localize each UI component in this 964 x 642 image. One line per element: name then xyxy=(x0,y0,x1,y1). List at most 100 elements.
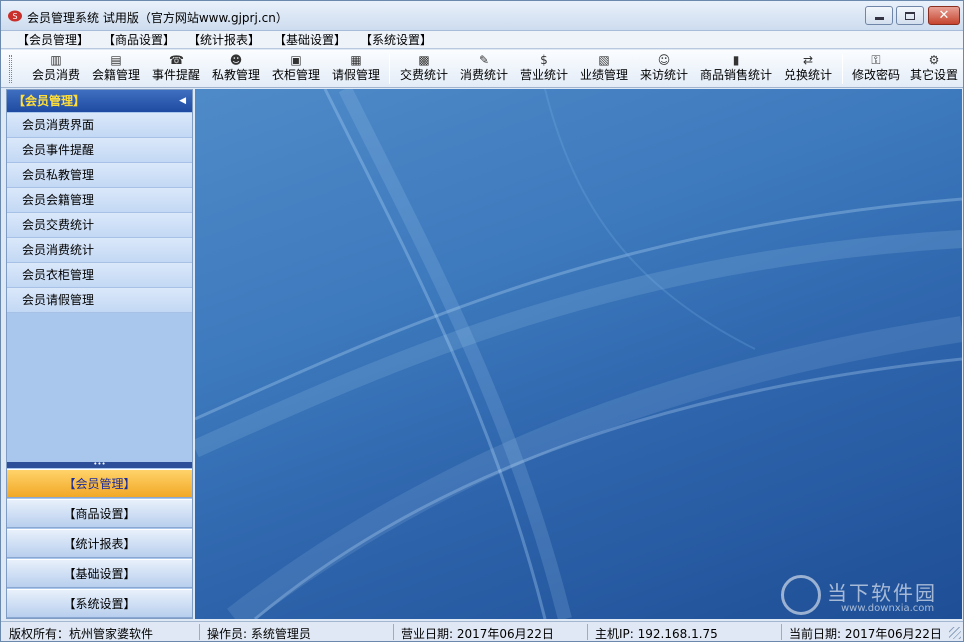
payment-stats-button[interactable]: ▩ 交费统计 xyxy=(397,52,451,86)
menu-member[interactable]: 【会员管理】 xyxy=(15,32,91,48)
window-title: 会员管理系统 试用版（官方网站www.gjprj.cn） xyxy=(27,11,288,25)
coach-button[interactable]: ☻ 私教管理 xyxy=(209,52,263,86)
toolbar-separator xyxy=(842,54,843,84)
status-divider xyxy=(587,624,588,640)
nav-item-locker[interactable]: 会员衣柜管理 xyxy=(7,263,192,288)
title-bar: S 会员管理系统 试用版（官方网站www.gjprj.cn） ✕ xyxy=(1,1,963,31)
nav-list: 会员消费界面 会员事件提醒 会员私教管理 会员会籍管理 会员交费统计 会员消费统… xyxy=(7,113,192,313)
phone-icon: ☎ xyxy=(169,53,184,67)
payment-stats-label: 交费统计 xyxy=(399,68,448,82)
coach-icon: ☻ xyxy=(229,53,243,67)
card-icon: ▤ xyxy=(110,53,122,67)
nav-item-consume-stats[interactable]: 会员消费统计 xyxy=(7,238,192,263)
nav-header-title: 【会员管理】 xyxy=(13,94,86,108)
performance-label: 业绩管理 xyxy=(579,68,628,82)
menu-goods[interactable]: 【商品设置】 xyxy=(101,32,177,48)
visitor-icon: ☺ xyxy=(657,53,671,67)
watermark-url: www.downxia.com xyxy=(841,603,935,614)
member-consume-button[interactable]: ▥ 会员消费 xyxy=(29,52,83,86)
menu-reports[interactable]: 【统计报表】 xyxy=(186,32,262,48)
nav-group-basic[interactable]: 【基础设置】 xyxy=(7,559,192,588)
exchange-stats-button[interactable]: ⇄ 兑换统计 xyxy=(781,52,835,86)
nav-header: 【会员管理】 ◀ xyxy=(7,90,192,112)
other-settings-label: 其它设置 xyxy=(909,68,958,82)
menu-system[interactable]: 【系统设置】 xyxy=(358,32,434,48)
nav-item-consume[interactable]: 会员消费界面 xyxy=(7,113,192,138)
membership-button[interactable]: ▤ 会籍管理 xyxy=(89,52,143,86)
close-icon: ✕ xyxy=(938,8,950,23)
event-reminder-button[interactable]: ☎ 事件提醒 xyxy=(149,52,203,86)
status-copyright: 版权所有：杭州管家婆软件 xyxy=(9,627,154,641)
nav-item-coach[interactable]: 会员私教管理 xyxy=(7,163,192,188)
status-host-ip: 主机IP: 192.168.1.75 xyxy=(595,627,718,641)
collapse-left-icon[interactable]: ◀ xyxy=(179,90,186,112)
member-consume-label: 会员消费 xyxy=(31,68,80,82)
nav-group-member[interactable]: 【会员管理】 xyxy=(7,469,192,498)
settings-doc-icon: ⚙ xyxy=(928,53,940,67)
locker-icon: ▣ xyxy=(290,53,302,67)
change-password-button[interactable]: ⚿ 修改密码 xyxy=(849,52,903,86)
event-reminder-label: 事件提醒 xyxy=(151,68,200,82)
barcode-icon: ▥ xyxy=(50,53,62,67)
money-bag-icon: $ xyxy=(540,53,548,67)
exchange-icon: ⇄ xyxy=(802,53,814,67)
visitor-stats-label: 来访统计 xyxy=(639,68,688,82)
toolbar-grip[interactable] xyxy=(9,55,12,83)
pen-icon: ✎ xyxy=(478,53,490,67)
visitor-stats-button[interactable]: ☺ 来访统计 xyxy=(637,52,691,86)
document-icon: ▧ xyxy=(598,53,610,67)
svg-text:S: S xyxy=(12,12,17,21)
consume-stats-label: 消费统计 xyxy=(459,68,508,82)
app-logo-icon: S xyxy=(8,10,22,22)
nav-group-reports[interactable]: 【统计报表】 xyxy=(7,529,192,558)
status-current-date: 当前日期: 2017年06月22日 xyxy=(789,627,942,641)
watermark-circle-icon xyxy=(781,575,821,615)
nav-item-membership[interactable]: 会员会籍管理 xyxy=(7,188,192,213)
minimize-icon xyxy=(874,17,884,20)
nav-item-leave[interactable]: 会员请假管理 xyxy=(7,288,192,313)
nav-item-payment[interactable]: 会员交费统计 xyxy=(7,213,192,238)
wallpaper-art xyxy=(195,89,962,619)
nav-splitter[interactable]: ••• xyxy=(7,461,192,468)
nav-item-event[interactable]: 会员事件提醒 xyxy=(7,138,192,163)
goods-sales-stats-button[interactable]: ▮ 商品销售统计 xyxy=(697,52,775,86)
performance-button[interactable]: ▧ 业绩管理 xyxy=(577,52,631,86)
nav-group-goods[interactable]: 【商品设置】 xyxy=(7,499,192,528)
maximize-button[interactable] xyxy=(896,6,924,25)
business-stats-label: 营业统计 xyxy=(519,68,568,82)
business-stats-button[interactable]: $ 营业统计 xyxy=(517,52,571,86)
calendar-icon: ▦ xyxy=(350,53,362,67)
toolbar-separator xyxy=(389,54,390,84)
consume-stats-button[interactable]: ✎ 消费统计 xyxy=(457,52,511,86)
status-divider xyxy=(199,624,200,640)
leave-label: 请假管理 xyxy=(331,68,380,82)
nav-panel: 【会员管理】 ◀ 会员消费界面 会员事件提醒 会员私教管理 会员会籍管理 会员交… xyxy=(6,89,193,619)
leave-button[interactable]: ▦ 请假管理 xyxy=(329,52,383,86)
membership-label: 会籍管理 xyxy=(91,68,140,82)
status-bar: 版权所有：杭州管家婆软件 操作员: 系统管理员 营业日期: 2017年06月22… xyxy=(1,621,963,641)
exchange-stats-label: 兑换统计 xyxy=(783,68,832,82)
watermark-title: 当下软件园 xyxy=(827,581,937,605)
resize-grip-icon[interactable] xyxy=(949,627,961,639)
locker-button[interactable]: ▣ 衣柜管理 xyxy=(269,52,323,86)
nav-group-system[interactable]: 【系统设置】 xyxy=(7,589,192,618)
main-content: 当下软件园 www.downxia.com xyxy=(195,89,962,619)
bar-chart-icon: ▮ xyxy=(732,53,740,67)
menu-basic[interactable]: 【基础设置】 xyxy=(272,32,348,48)
close-button[interactable]: ✕ xyxy=(928,6,960,25)
change-password-label: 修改密码 xyxy=(851,68,900,82)
other-settings-button[interactable]: ⚙ 其它设置 xyxy=(907,52,961,86)
key-icon: ⚿ xyxy=(871,53,881,67)
menu-bar: 【会员管理】 【商品设置】 【统计报表】 【基础设置】 【系统设置】 xyxy=(1,31,963,49)
locker-label: 衣柜管理 xyxy=(271,68,320,82)
status-divider xyxy=(781,624,782,640)
maximize-icon xyxy=(905,11,915,20)
status-operator: 操作员: 系统管理员 xyxy=(207,627,311,641)
app-window: S 会员管理系统 试用版（官方网站www.gjprj.cn） ✕ 【会员管理】 … xyxy=(0,0,964,642)
watermark-logo: 当下软件园 www.downxia.com xyxy=(781,575,951,619)
coach-label: 私教管理 xyxy=(211,68,260,82)
goods-sales-stats-label: 商品销售统计 xyxy=(699,68,772,82)
status-divider xyxy=(393,624,394,640)
toolbar: ▥ 会员消费 ▤ 会籍管理 ☎ 事件提醒 ☻ 私教管理 ▣ 衣柜管理 ▦ 请假管… xyxy=(1,50,963,88)
minimize-button[interactable] xyxy=(865,6,893,25)
